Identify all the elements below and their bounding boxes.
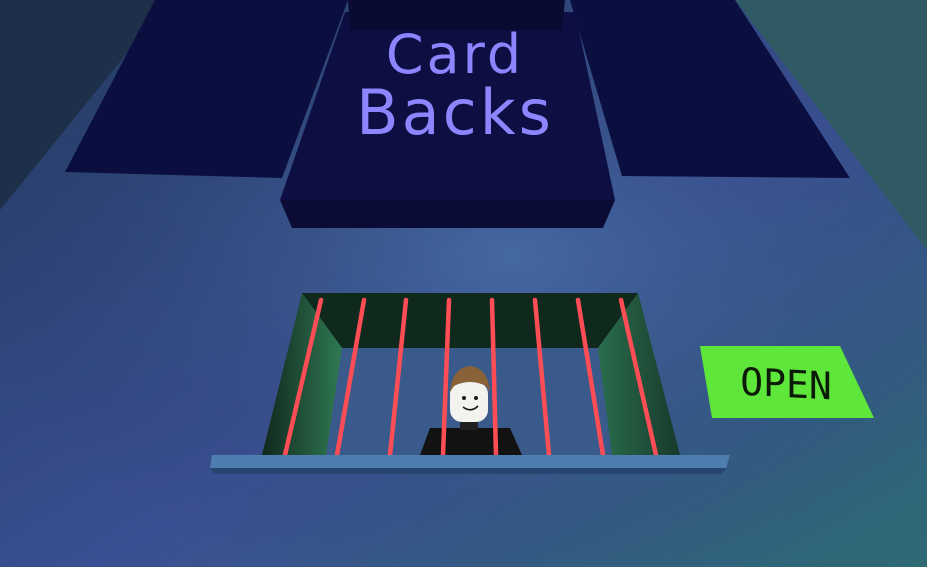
cage-sill-front [210, 468, 726, 474]
game-viewport [0, 0, 927, 567]
avatar-eye-right [474, 396, 478, 400]
sign-top-edge [348, 0, 565, 30]
sign-base [280, 200, 615, 228]
avatar-eye-left [462, 396, 466, 400]
avatar-head [450, 382, 488, 422]
open-button[interactable]: OPEN [712, 358, 860, 410]
avatar-body [420, 428, 522, 455]
cage-sill [210, 455, 730, 468]
cage-ceiling [302, 293, 638, 348]
